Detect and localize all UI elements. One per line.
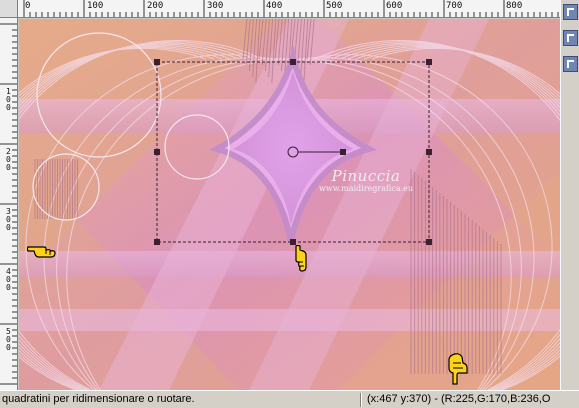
rotation-handle[interactable] [340, 149, 346, 155]
ruler-label-800: 800 [506, 1, 523, 11]
pointing-hand-cursor-left [27, 246, 56, 258]
ruler-label-100: 100 [87, 1, 104, 11]
ruler-label-200: 200 [147, 1, 164, 11]
pointing-hand-cursor-bottom [448, 353, 468, 385]
status-coordinates: (x:467 y:370) - (R:225,G:170,B:236,O [367, 393, 551, 405]
palette-tool-icon[interactable] [563, 4, 578, 20]
status-bar: quadratini per ridimensionare o ruotare.… [0, 390, 579, 408]
side-toolbar [560, 0, 579, 390]
layers-tool-icon[interactable] [563, 30, 578, 46]
handle-mid-right[interactable] [426, 149, 432, 155]
status-separator [360, 393, 362, 407]
handle-bottom-left[interactable] [154, 239, 160, 245]
ruler-label-v400: 4 0 0 [6, 267, 16, 292]
pointing-hand-cursor-center [295, 245, 307, 272]
ruler-label-400: 400 [266, 1, 283, 11]
ruler-label-500: 500 [326, 1, 343, 11]
ruler-label-v100: 1 0 0 [6, 87, 16, 112]
status-message: quadratini per ridimensionare o ruotare. [2, 393, 195, 405]
paint-application-window: 0 100 200 300 400 500 600 700 800 1 0 0 … [0, 0, 579, 408]
handle-top-left[interactable] [154, 59, 160, 65]
ruler-label-v300: 3 0 0 [6, 207, 16, 232]
ruler-label-0: 0 [25, 1, 31, 11]
handle-top-right[interactable] [426, 59, 432, 65]
ruler-label-600: 600 [386, 1, 403, 11]
image-canvas[interactable]: Pinuccia www.maidiregrafica.eu [19, 19, 560, 390]
ruler-corner [0, 0, 18, 18]
horizontal-ruler[interactable]: 0 100 200 300 400 500 600 700 800 [18, 0, 560, 18]
handle-top-mid[interactable] [290, 59, 296, 65]
ruler-label-v500: 5 0 0 [6, 327, 16, 352]
handle-mid-left[interactable] [154, 149, 160, 155]
overview-tool-icon[interactable] [563, 56, 578, 72]
canvas-artwork [19, 19, 560, 390]
ruler-label-300: 300 [207, 1, 224, 11]
handle-bottom-right[interactable] [426, 239, 432, 245]
ruler-label-700: 700 [446, 1, 463, 11]
vertical-ruler[interactable]: 1 0 0 2 0 0 3 0 0 4 0 0 5 0 0 [0, 0, 18, 390]
ruler-label-v200: 2 0 0 [6, 147, 16, 172]
